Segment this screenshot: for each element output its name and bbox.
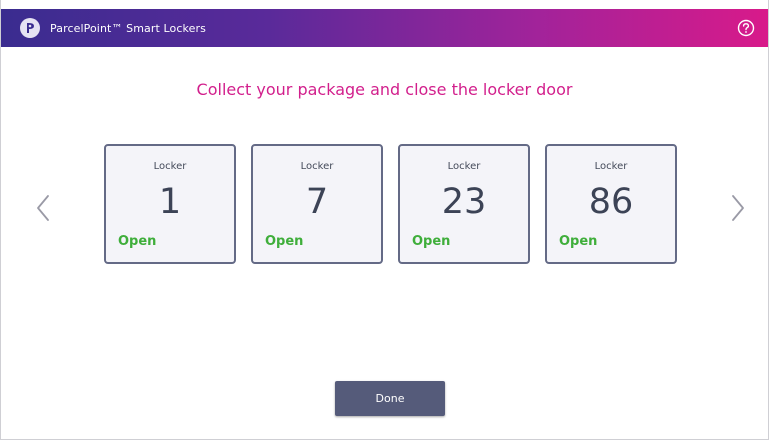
locker-number: 7	[305, 182, 329, 222]
help-button[interactable]	[736, 18, 756, 38]
locker-number: 1	[158, 182, 182, 222]
parcelpoint-logo-icon	[20, 18, 40, 38]
next-lockers-button[interactable]	[726, 192, 750, 224]
locker-status: Open	[118, 234, 157, 249]
locker-label: Locker	[153, 161, 187, 172]
app-title: ParcelPoint™ Smart Lockers	[50, 21, 206, 35]
chevron-right-icon	[732, 195, 744, 221]
locker-number: 23	[441, 182, 487, 222]
locker-status: Open	[265, 234, 304, 249]
locker-label: Locker	[447, 161, 481, 172]
locker-screen: ParcelPoint™ Smart Lockers Collect your …	[0, 0, 769, 440]
locker-label: Locker	[594, 161, 628, 172]
instruction-text: Collect your package and close the locke…	[196, 80, 573, 99]
locker-number: 86	[588, 182, 634, 222]
locker-list: Locker 1 Open Locker 7 Open Locker 23 Op…	[104, 144, 677, 264]
previous-lockers-button[interactable]	[31, 192, 55, 224]
chevron-left-icon	[37, 195, 49, 221]
locker-card: Locker 86 Open	[545, 144, 677, 264]
header-bar: ParcelPoint™ Smart Lockers	[1, 9, 768, 47]
help-circle-icon	[737, 19, 755, 37]
locker-label: Locker	[300, 161, 334, 172]
locker-card: Locker 23 Open	[398, 144, 530, 264]
done-button[interactable]: Done	[335, 381, 445, 416]
locker-card: Locker 1 Open	[104, 144, 236, 264]
locker-card: Locker 7 Open	[251, 144, 383, 264]
locker-status: Open	[559, 234, 598, 249]
locker-status: Open	[412, 234, 451, 249]
